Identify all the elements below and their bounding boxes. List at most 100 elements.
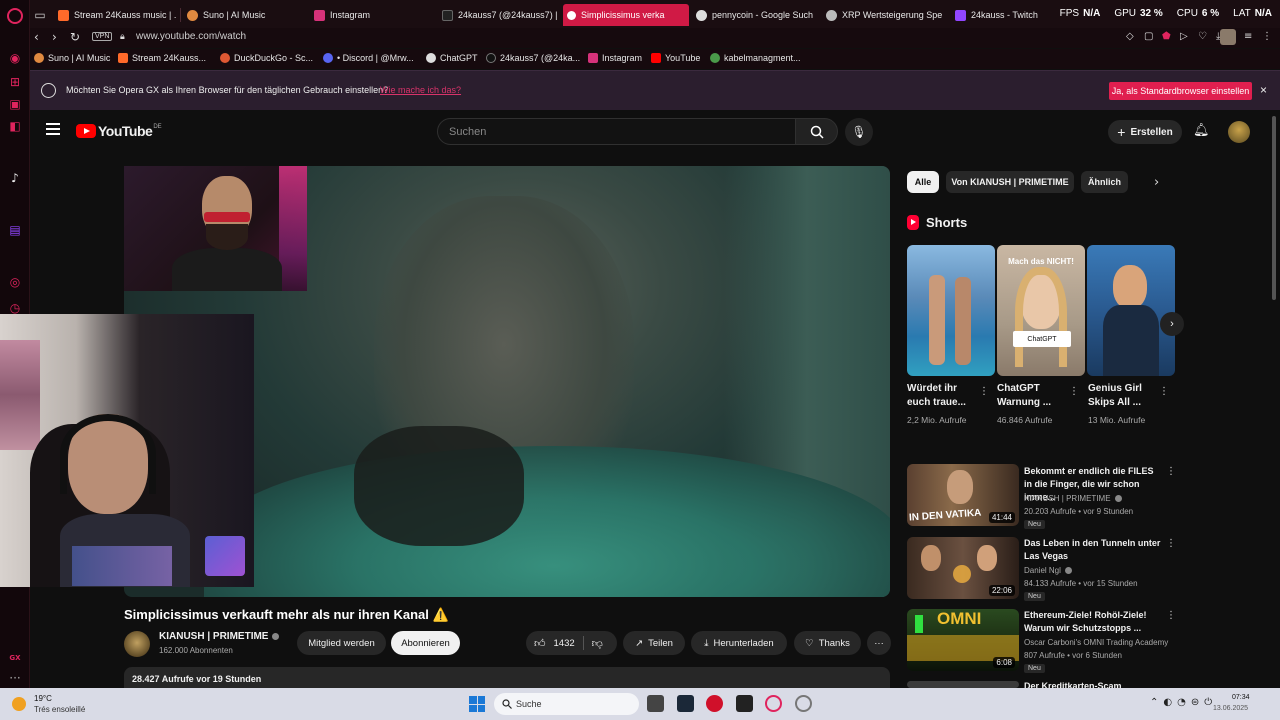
record-app-icon[interactable]: [706, 695, 723, 712]
task-view-icon[interactable]: [647, 695, 664, 712]
speed-dial-icon[interactable]: ⊞: [7, 74, 23, 90]
back-icon[interactable]: ‹: [34, 30, 39, 44]
tiktok-icon[interactable]: ♪: [7, 170, 23, 186]
short-thumbnail[interactable]: Mach das NICHT! ChatGPT: [997, 245, 1085, 376]
vpn-badge[interactable]: VPN: [92, 32, 113, 41]
recommendation-thumbnail[interactable]: [907, 681, 1019, 688]
tab-twitch[interactable]: 24kauss - Twitch: [951, 4, 1051, 26]
chip-from-channel[interactable]: Von KIANUSH | PRIMETIME: [946, 171, 1074, 193]
tab-suno[interactable]: Suno | AI Music: [183, 4, 323, 26]
recommendation-title[interactable]: Ethereum-Ziele! Rohöl-Ziele! Warum wir S…: [1024, 609, 1164, 635]
workspace-icon[interactable]: ▭: [32, 7, 48, 23]
short-title[interactable]: ChatGPT Warnung ...: [997, 382, 1067, 410]
description-box[interactable]: 28.427 Aufrufe vor 19 Stunden: [124, 667, 890, 689]
thumbs-up-icon[interactable]: 👍︎: [534, 637, 546, 650]
tab-instagram[interactable]: Instagram: [310, 4, 438, 26]
channel-avatar[interactable]: [124, 631, 150, 657]
tab-google[interactable]: pennycoin - Google Such: [692, 4, 814, 26]
bookmark-discord[interactable]: • Discord | @Mrw...: [323, 53, 414, 63]
tab-youtube-active[interactable]: Simplicissimus verka: [563, 4, 689, 26]
tab-xrp[interactable]: XRP Wertsteigerung Spe: [822, 4, 944, 26]
short-title[interactable]: Genius Girl Skips All ...: [1088, 382, 1158, 410]
recommendation-channel[interactable]: Oscar Carboni's OMNI Trading Academy: [1024, 638, 1168, 647]
recommendation-more-icon[interactable]: ⋮: [1166, 610, 1176, 621]
shorts-next-button[interactable]: ›: [1160, 312, 1184, 336]
bookmark-chatgpt[interactable]: ChatGPT: [426, 53, 478, 63]
short-more-icon[interactable]: ⋮: [1159, 386, 1169, 397]
chip-similar[interactable]: Ähnlich: [1081, 171, 1128, 193]
short-title[interactable]: Würdet ihr euch traue...: [907, 382, 977, 410]
chips-next-icon[interactable]: ›: [1154, 175, 1159, 190]
window-controls-icon[interactable]: ⋮: [1262, 31, 1272, 42]
url-field[interactable]: www.youtube.com/watch: [136, 31, 246, 42]
join-button[interactable]: Mitglied werden: [297, 631, 386, 655]
bookmark-kabel[interactable]: kabelmanagment...: [710, 53, 801, 63]
short-more-icon[interactable]: ⋮: [1069, 386, 1079, 397]
banner-close-icon[interactable]: ×: [1260, 83, 1267, 97]
recommendation-channel[interactable]: KIANUSH | PRIMETIME: [1024, 494, 1122, 503]
clock-time[interactable]: 07:34: [1232, 694, 1250, 701]
bookmark-instagram[interactable]: Instagram: [588, 53, 642, 63]
menu-lines-icon[interactable]: ≡: [1244, 31, 1252, 42]
tab-tiktok[interactable]: 24kauss7 (@24kauss7) |: [438, 4, 560, 26]
youtube-logo[interactable]: YouTube DE: [76, 123, 162, 139]
opera-gx-taskbar-icon[interactable]: [765, 695, 782, 712]
bookmark-suno[interactable]: Suno | AI Music: [34, 53, 110, 63]
player-play-icon[interactable]: ▷: [1180, 31, 1188, 42]
channel-name[interactable]: KIANUSH | PRIMETIME: [159, 631, 280, 642]
recommendation-channel[interactable]: Daniel Ngl: [1024, 566, 1072, 575]
snapshot-icon[interactable]: ▢: [1144, 31, 1153, 42]
search-button[interactable]: [795, 118, 838, 145]
download-button[interactable]: ⤓ Herunterladen: [691, 631, 787, 655]
like-count[interactable]: 1432: [554, 638, 575, 649]
network-app-icon[interactable]: [795, 695, 812, 712]
lock-icon[interactable]: 🔒︎: [120, 32, 125, 42]
recommendation-more-icon[interactable]: ⋮: [1166, 538, 1176, 549]
reload-icon[interactable]: ↻: [70, 30, 80, 44]
bookmark-stream[interactable]: Stream 24Kauss...: [118, 53, 206, 63]
opera-logo-icon[interactable]: [7, 8, 23, 24]
thanks-button[interactable]: ♡ Thanks: [794, 631, 861, 655]
gx-badge-icon[interactable]: GX: [7, 650, 23, 666]
tab-stream[interactable]: Stream 24Kauss music | ...: [54, 4, 176, 26]
thumbs-down-icon[interactable]: 👎︎: [592, 637, 603, 650]
recommendation-thumbnail[interactable]: 22:06: [907, 537, 1019, 599]
more-icon[interactable]: ···: [7, 670, 23, 686]
weather-sun-icon[interactable]: [12, 697, 26, 711]
subscribe-button[interactable]: Abonnieren: [391, 631, 460, 655]
search-input[interactable]: Suchen: [437, 118, 796, 145]
create-button[interactable]: + Erstellen: [1108, 120, 1182, 144]
chip-all[interactable]: Alle: [907, 171, 939, 193]
taskbar-search[interactable]: Suche: [494, 693, 639, 715]
recommendation-title[interactable]: Das Leben in den Tunneln unter Las Vegas: [1024, 537, 1164, 563]
system-tray-icons[interactable]: ⌃◐◔⊜⏻: [1150, 697, 1217, 708]
short-thumbnail[interactable]: [907, 245, 995, 376]
short-more-icon[interactable]: ⋮: [979, 386, 989, 397]
gx-control-icon[interactable]: ◉: [7, 50, 23, 66]
more-actions-button[interactable]: ···: [867, 631, 891, 655]
weather-temperature[interactable]: 19°C: [34, 694, 52, 703]
set-default-button[interactable]: Ja, als Standardbrowser einstellen: [1109, 82, 1252, 100]
epic-games-icon[interactable]: [736, 695, 753, 712]
messenger-icon[interactable]: ▣: [7, 96, 23, 112]
player-icon[interactable]: ◎: [7, 274, 23, 290]
adblock-icon[interactable]: ⬟: [1162, 31, 1171, 42]
recommendation-title[interactable]: Der Kreditkarten-Scam: [1024, 680, 1164, 688]
recommendation-thumbnail[interactable]: OMNI 6:08: [907, 609, 1019, 671]
bookmark-icon[interactable]: ◇: [1126, 31, 1134, 42]
steam-icon[interactable]: [677, 695, 694, 712]
short-thumbnail[interactable]: [1087, 245, 1175, 376]
heart-icon[interactable]: ♡: [1198, 31, 1207, 42]
bookmark-duckduckgo[interactable]: DuckDuckGo - Sc...: [220, 53, 313, 63]
weather-description[interactable]: Trés ensoleillé: [34, 705, 85, 714]
profile-avatar-icon[interactable]: [1220, 29, 1236, 45]
hamburger-menu-icon[interactable]: [46, 123, 60, 135]
page-scrollbar[interactable]: [1272, 116, 1276, 300]
banner-help-link[interactable]: Wie mache ich das?: [380, 85, 461, 95]
recommendation-thumbnail[interactable]: IN DEN VATIKA 41:44: [907, 464, 1019, 526]
account-avatar[interactable]: [1228, 121, 1250, 143]
forward-icon[interactable]: ›: [52, 30, 57, 44]
recommendation-more-icon[interactable]: ⋮: [1166, 466, 1176, 477]
twitch-icon[interactable]: ▤: [7, 222, 23, 238]
notifications-bell-icon[interactable]: 🔔︎: [1193, 123, 1210, 138]
